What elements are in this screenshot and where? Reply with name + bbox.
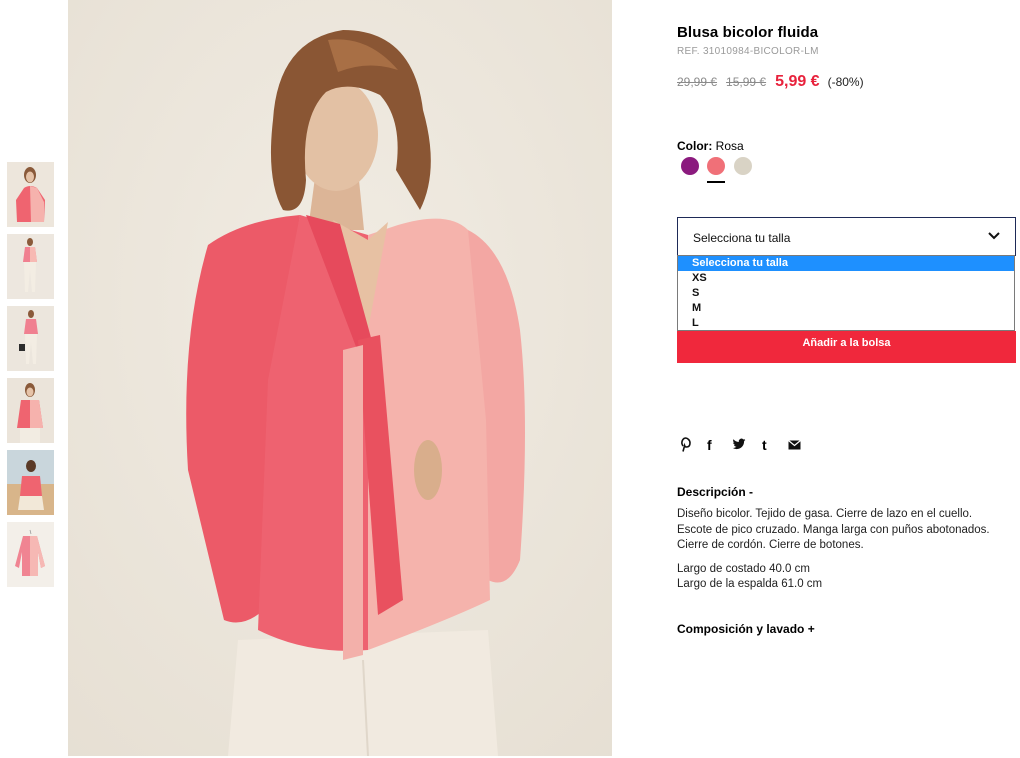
color-swatch-rosa[interactable] [707,157,725,175]
thumbnail-full-body[interactable] [7,234,54,299]
size-dropdown-list: Selecciona tu talla XS S M L [677,255,1015,331]
size-option-s[interactable]: S [678,286,1014,301]
description-heading[interactable]: Descripción - [677,485,753,499]
color-swatch-beige[interactable] [734,157,752,175]
thumbnail-flat-product[interactable] [7,522,54,587]
product-reference: REF. 31010984-BICOLOR-LM [677,46,819,57]
size-select-label: Selecciona tu talla [693,231,791,245]
selected-swatch-indicator [707,181,725,183]
email-icon[interactable] [788,440,802,456]
thumbnail-full-body-bag[interactable] [7,306,54,371]
thumbnail-lifestyle[interactable] [7,450,54,515]
size-option-m[interactable]: M [678,301,1014,316]
thumbnail-front-waist[interactable] [7,378,54,443]
composition-heading[interactable]: Composición y lavado + [677,622,815,636]
thumbnail-front-closeup[interactable] [7,162,54,227]
twitter-icon[interactable] [732,437,746,453]
size-option-placeholder[interactable]: Selecciona tu talla [678,256,1014,271]
size-option-l[interactable]: L [678,316,1014,331]
color-label-title: Color: [677,139,713,153]
add-to-bag-button[interactable]: Añadir a la bolsa [677,331,1016,363]
size-option-xs[interactable]: XS [678,271,1014,286]
facebook-icon[interactable]: f [707,437,721,453]
original-price: 29,99 € [677,75,718,89]
product-title: Blusa bicolor fluida [677,24,819,41]
description-line: Cierre de cordón. Cierre de botones. [677,539,864,551]
description-line: Escote de pico cruzado. Manga larga con … [677,524,990,536]
current-price: 5,99 € [775,73,820,90]
chevron-down-icon [988,232,1000,240]
price-block: 29,99 € 15,99 € 5,99 € (-80%) [677,73,864,93]
measure-line: Largo de costado 40.0 cm [677,563,810,575]
color-label: Color: Rosa [677,139,744,153]
discount-badge: (-80%) [827,75,864,89]
pinterest-icon[interactable] [679,437,693,453]
measure-line: Largo de la espalda 61.0 cm [677,578,823,590]
selected-color-name: Rosa [715,139,744,153]
previous-price: 15,99 € [726,75,767,89]
color-swatch-purple[interactable] [681,157,699,175]
description-line: Diseño bicolor. Tejido de gasa. Cierre d… [677,508,973,520]
product-main-image [68,0,612,756]
tumblr-icon[interactable]: t [762,437,776,453]
size-select[interactable]: Selecciona tu talla [677,217,1016,256]
